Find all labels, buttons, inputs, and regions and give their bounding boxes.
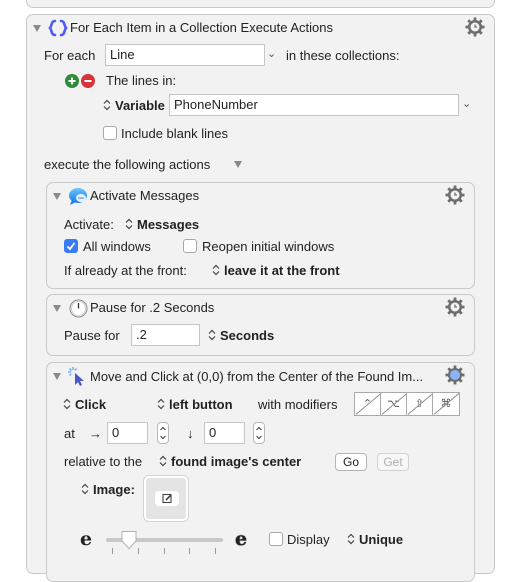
click-type-popup[interactable]: Click bbox=[63, 397, 106, 413]
braces-icon bbox=[48, 19, 68, 37]
include-blank-lines-checkbox[interactable] bbox=[103, 126, 117, 140]
fuzz-slider-thumb[interactable] bbox=[120, 530, 138, 550]
cursor-click-icon bbox=[68, 367, 84, 386]
clock-icon bbox=[69, 299, 88, 318]
image-source-popup[interactable]: Image: bbox=[81, 482, 135, 498]
updown-icon bbox=[81, 483, 89, 495]
action-title: Activate Messages bbox=[90, 188, 200, 203]
reopen-windows-label: Reopen initial windows bbox=[202, 239, 335, 254]
app-popup[interactable]: Messages bbox=[125, 217, 199, 233]
all-windows-checkbox[interactable] bbox=[64, 239, 78, 253]
action-title: For Each Item in a Collection Execute Ac… bbox=[70, 20, 334, 35]
command-modifier-toggle[interactable]: ⌘ bbox=[433, 393, 459, 415]
chevron-down-icon[interactable]: ⌄ bbox=[267, 47, 276, 60]
pause-duration-field[interactable]: .2 bbox=[131, 324, 200, 346]
fuzz-min-glyph: e bbox=[80, 528, 93, 550]
for-each-field[interactable]: Line bbox=[105, 44, 265, 66]
collapse-triangle[interactable] bbox=[53, 193, 61, 200]
gear-icon[interactable] bbox=[445, 365, 465, 385]
include-blank-lines-label: Include blank lines bbox=[121, 126, 228, 141]
updown-icon bbox=[157, 398, 165, 410]
execute-label: execute the following actions bbox=[44, 157, 211, 172]
right-arrow-icon: → bbox=[89, 426, 102, 441]
fuzz-slider-ticks bbox=[112, 548, 220, 554]
for-each-label: For each bbox=[44, 48, 96, 63]
unit-popup[interactable]: Seconds bbox=[208, 328, 274, 344]
collapse-triangle[interactable] bbox=[33, 25, 41, 32]
control-modifier-toggle[interactable]: ⌃ bbox=[355, 393, 381, 415]
all-windows-label: All windows bbox=[83, 239, 151, 254]
edit-icon bbox=[162, 493, 172, 504]
if-front-label: If already at the front: bbox=[64, 263, 187, 278]
x-offset-field[interactable]: 0 bbox=[107, 422, 148, 444]
display-checkbox[interactable] bbox=[269, 532, 283, 546]
messages-icon bbox=[69, 188, 87, 205]
modifiers-label: with modifiers bbox=[258, 397, 338, 412]
chevron-down-icon[interactable]: ⌄ bbox=[462, 97, 471, 110]
get-button[interactable]: Get bbox=[377, 453, 409, 471]
updown-icon bbox=[159, 455, 167, 467]
edit-image-button[interactable] bbox=[155, 491, 179, 506]
gear-icon[interactable] bbox=[445, 297, 465, 317]
down-arrow-icon: ↓ bbox=[187, 426, 194, 441]
previous-action-panel bbox=[26, 0, 495, 8]
collapse-triangle[interactable] bbox=[53, 373, 61, 380]
source-type-popup[interactable]: Variable bbox=[103, 98, 165, 114]
action-title: Pause for .2 Seconds bbox=[90, 300, 215, 315]
display-label: Display bbox=[287, 532, 330, 547]
relative-label: relative to the bbox=[64, 454, 143, 469]
shift-modifier-toggle[interactable]: ⇧ bbox=[407, 393, 433, 415]
reopen-windows-checkbox[interactable] bbox=[183, 239, 197, 253]
variable-field[interactable]: PhoneNumber bbox=[169, 94, 459, 116]
option-modifier-toggle[interactable]: ⌥ bbox=[381, 393, 407, 415]
action-title: Move and Click at (0,0) from the Center … bbox=[90, 369, 424, 384]
gear-icon[interactable] bbox=[465, 17, 485, 37]
add-icon[interactable] bbox=[65, 74, 79, 88]
image-well[interactable] bbox=[144, 476, 188, 521]
x-offset-stepper[interactable] bbox=[157, 422, 169, 444]
gear-icon[interactable] bbox=[445, 185, 465, 205]
updown-icon bbox=[125, 218, 133, 230]
modifier-keys: ⌃ ⌥ ⇧ ⌘ bbox=[354, 392, 460, 416]
updown-icon bbox=[212, 264, 220, 276]
remove-icon[interactable] bbox=[81, 74, 95, 88]
at-label: at bbox=[64, 426, 75, 441]
updown-icon bbox=[63, 398, 71, 410]
if-front-popup[interactable]: leave it at the front bbox=[212, 263, 340, 279]
lines-in-label: The lines in: bbox=[106, 73, 177, 88]
fuzz-max-glyph: e bbox=[235, 528, 248, 550]
activate-label: Activate: bbox=[64, 217, 114, 232]
updown-icon bbox=[103, 99, 111, 111]
y-offset-field[interactable]: 0 bbox=[204, 422, 245, 444]
pause-label: Pause for bbox=[64, 328, 120, 343]
updown-icon bbox=[347, 533, 355, 545]
unique-popup[interactable]: Unique bbox=[347, 532, 403, 548]
in-collections-label: in these collections: bbox=[286, 48, 400, 63]
updown-icon bbox=[208, 329, 216, 341]
go-button[interactable]: Go bbox=[335, 453, 367, 471]
relative-popup[interactable]: found image's center bbox=[159, 454, 301, 470]
execute-menu-triangle[interactable] bbox=[234, 161, 242, 168]
mouse-button-popup[interactable]: left button bbox=[157, 397, 233, 413]
y-offset-stepper[interactable] bbox=[253, 422, 265, 444]
collapse-triangle[interactable] bbox=[53, 305, 61, 312]
